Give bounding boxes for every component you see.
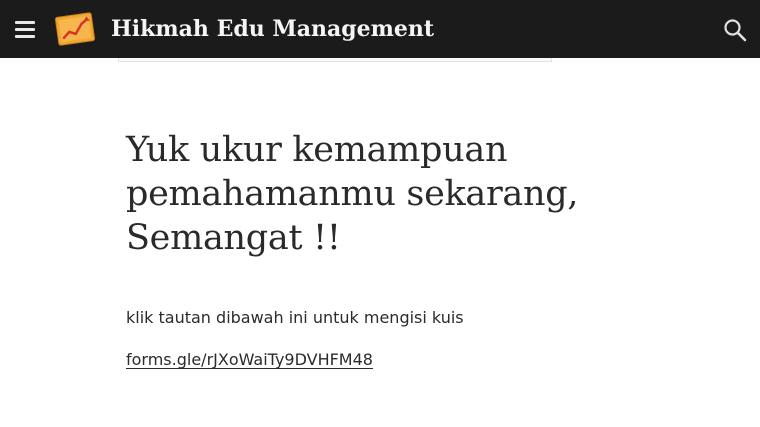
quiz-link[interactable]: forms.gle/rJXoWaiTy9DVHFM48 — [126, 348, 373, 372]
search-icon[interactable] — [722, 17, 748, 43]
site-title[interactable]: Hikmah Edu Management — [111, 14, 434, 44]
menu-icon[interactable] — [12, 17, 38, 41]
heading-line: Yuk ukur kemampuan — [126, 130, 508, 170]
heading-line: Semangat !! — [126, 218, 341, 258]
top-app-bar: Hikmah Edu Management — [0, 0, 760, 58]
post-heading: Yuk ukur kemampuan pemahamanmu sekarang,… — [126, 128, 686, 260]
post-card-edge — [118, 58, 552, 62]
site-logo[interactable] — [54, 10, 96, 48]
heading-line: pemahamanmu sekarang, — [126, 174, 579, 214]
post-instruction: klik tautan dibawah ini untuk mengisi ku… — [126, 308, 464, 327]
